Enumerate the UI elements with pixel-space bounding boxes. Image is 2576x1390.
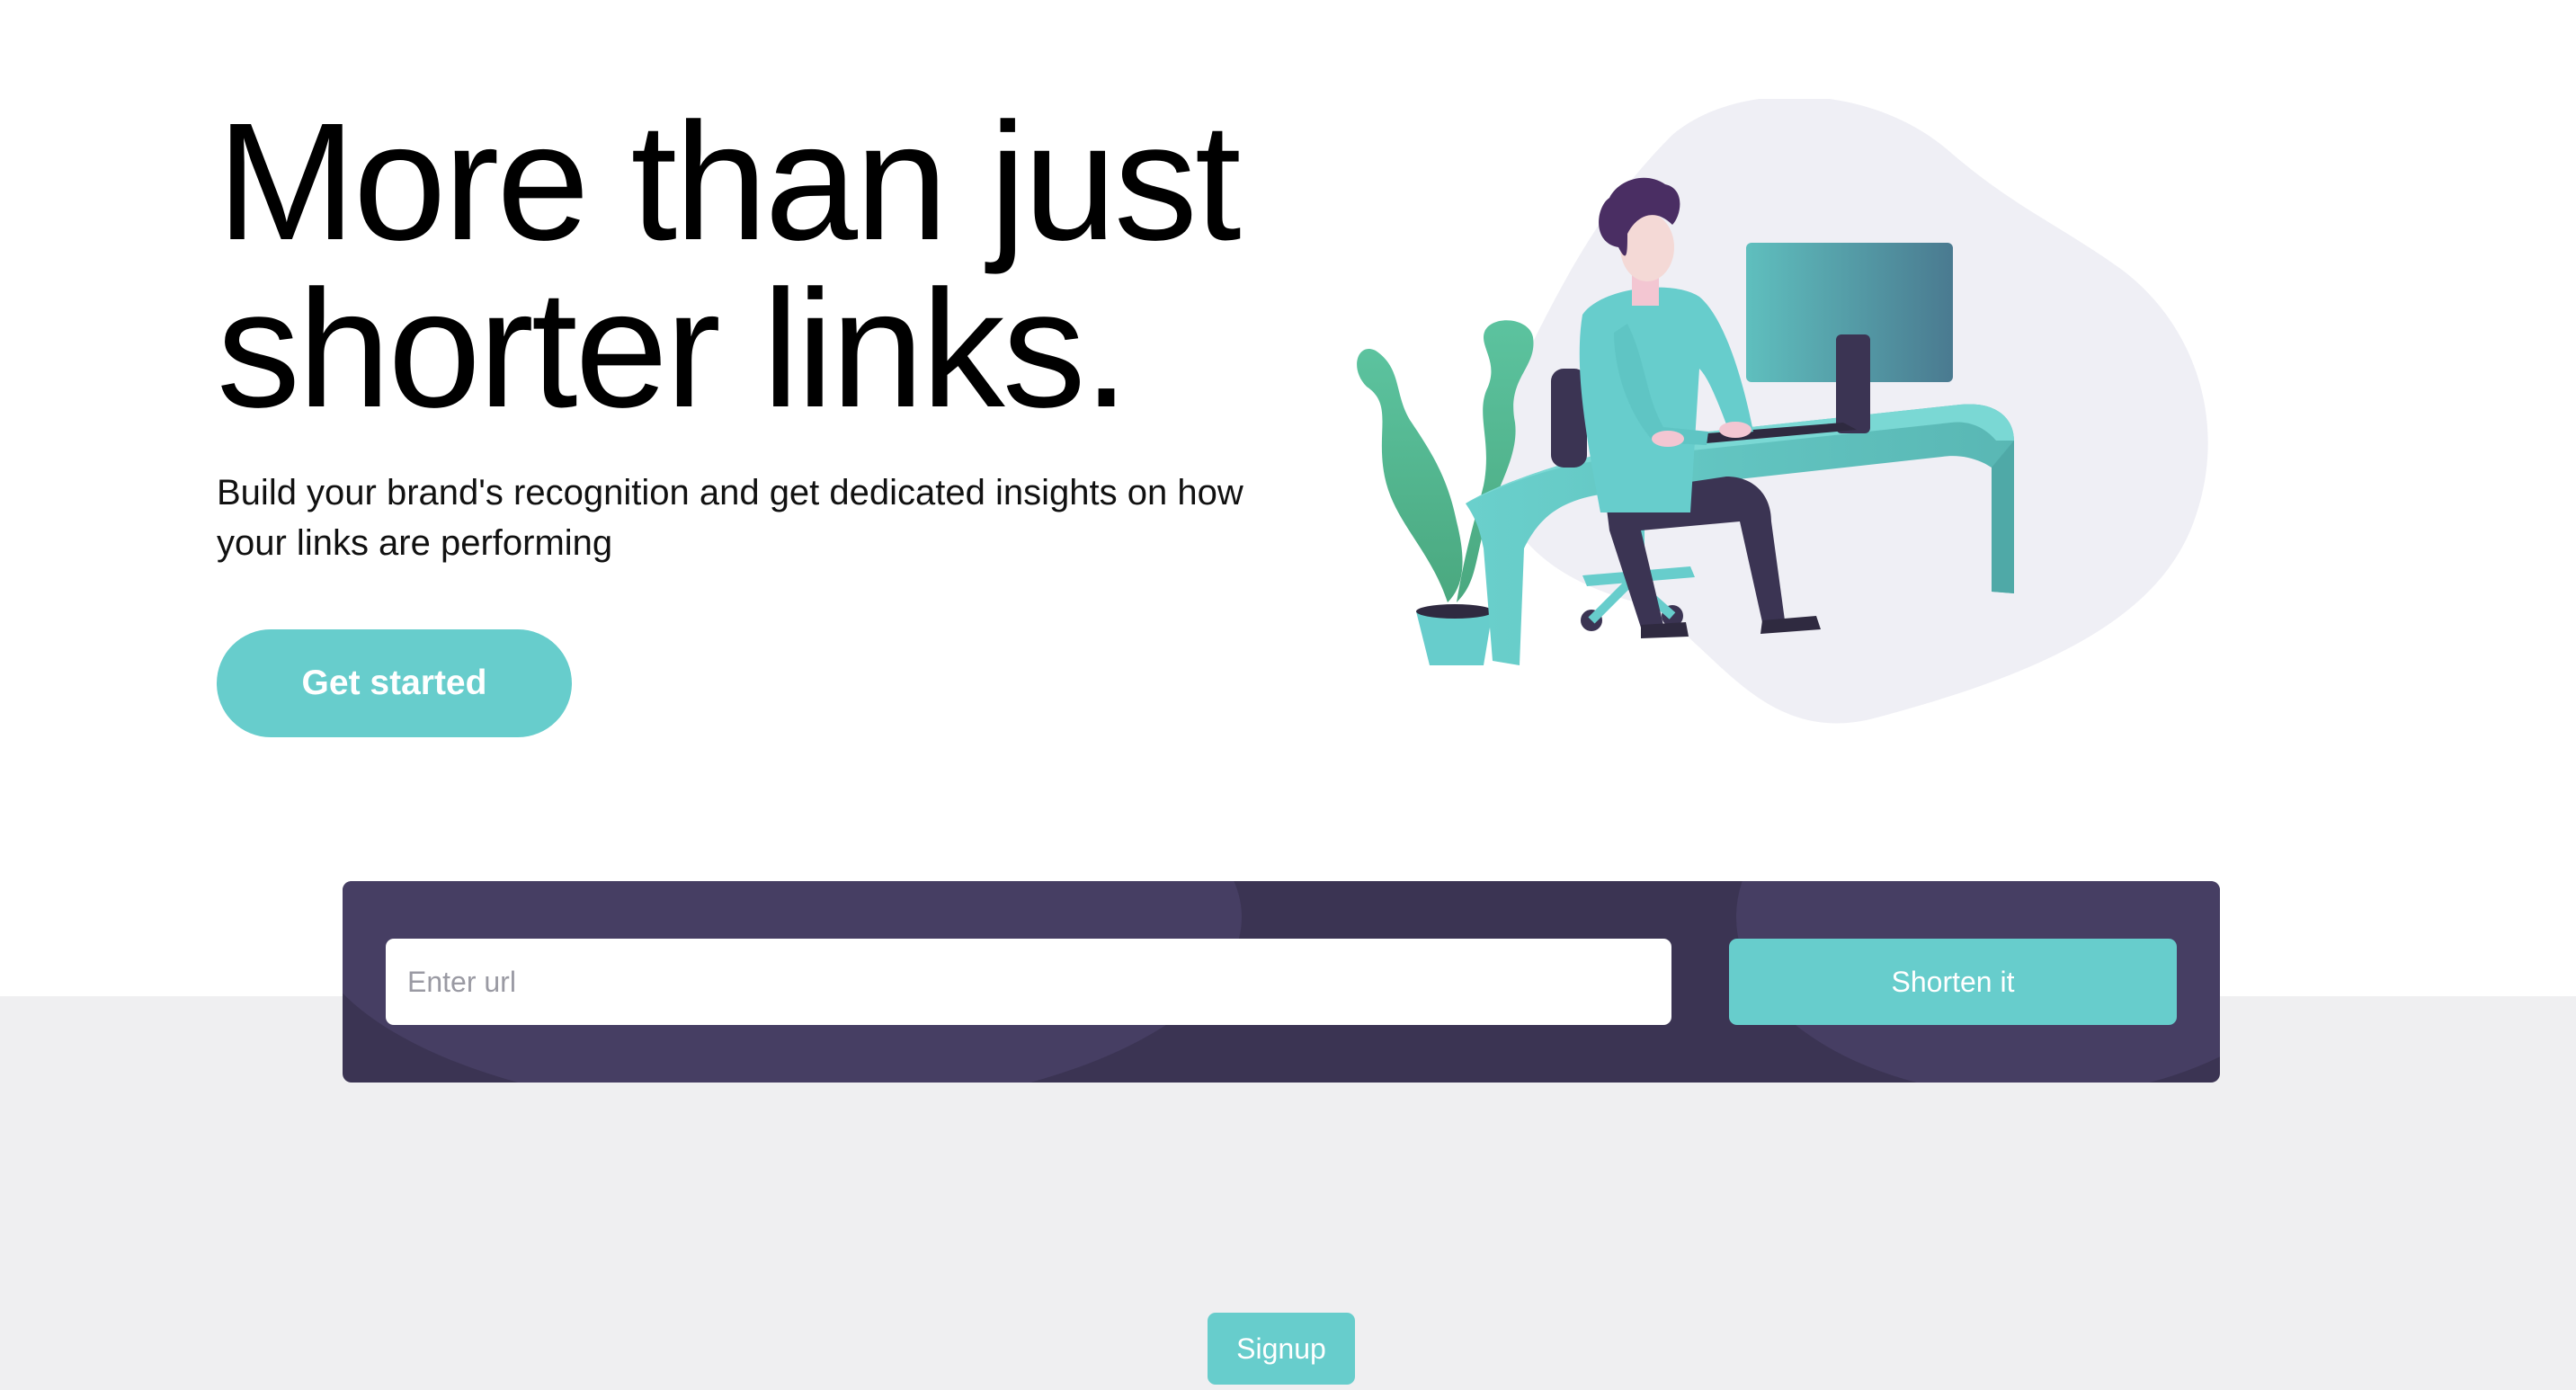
hero-text-block: More than just shorter links. Build your…: [217, 99, 1332, 568]
shorten-button[interactable]: Shorten it: [1729, 939, 2177, 1025]
url-input[interactable]: [386, 939, 1671, 1025]
hero-title-line-1: More than just: [217, 89, 1242, 275]
landing-page: More than just shorter links. Build your…: [0, 0, 2576, 1390]
plant-pot: [1416, 611, 1493, 665]
hero-subtitle: Build your brand's recognition and get d…: [217, 473, 1243, 563]
monitor-stand: [1836, 334, 1870, 433]
hero-title: More than just shorter links.: [217, 99, 1332, 433]
shorten-panel: Shorten it: [343, 881, 2220, 1083]
plant-leaf-left: [1357, 349, 1463, 602]
signup-button[interactable]: Signup: [1208, 1313, 1355, 1385]
person-working-at-desk-illustration: [1357, 99, 2208, 724]
hero-title-line-2: shorter links.: [217, 256, 1129, 442]
get-started-button[interactable]: Get started: [217, 629, 572, 737]
